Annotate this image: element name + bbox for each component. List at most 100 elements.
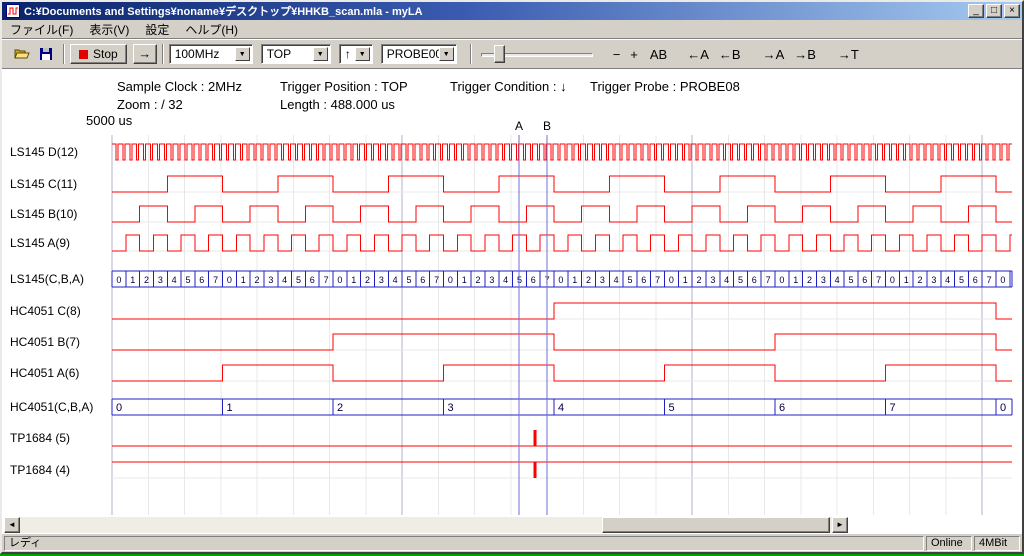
svg-text:6: 6	[973, 275, 978, 285]
trigger-condition-info: Trigger Condition : ↓	[450, 79, 567, 94]
svg-text:0: 0	[669, 275, 674, 285]
ab-button[interactable]: AB	[646, 44, 671, 64]
goto-trigger-button[interactable]: →T	[834, 44, 863, 64]
svg-text:3: 3	[448, 402, 454, 414]
svg-text:6: 6	[310, 275, 315, 285]
stop-button[interactable]: Stop	[70, 44, 127, 64]
svg-text:6: 6	[862, 275, 867, 285]
goto-b-next-button[interactable]: →B	[790, 44, 820, 64]
zoom-in-button[interactable]: +	[626, 44, 642, 64]
svg-text:4: 4	[558, 402, 564, 414]
channel-label-ls145-bus: LS145(C,B,A)	[10, 271, 84, 287]
scroll-right-icon[interactable]: ►	[832, 517, 848, 533]
stop-square-icon	[79, 50, 88, 59]
svg-text:6: 6	[752, 275, 757, 285]
zoom-slider[interactable]	[481, 43, 593, 65]
title-bar[interactable]: C:¥Documents and Settings¥noname¥デスクトップ¥…	[2, 2, 1022, 20]
run-button[interactable]: →	[133, 44, 157, 64]
toolbar: Stop → 100MHz ▼ TOP ▼ ↑ ▼ PROBE00 ▼ − + …	[2, 39, 1022, 69]
menu-view[interactable]: 表示(V)	[81, 19, 137, 40]
svg-text:3: 3	[268, 275, 273, 285]
svg-text:2: 2	[807, 275, 812, 285]
svg-text:4: 4	[282, 275, 287, 285]
scrollbar-track[interactable]	[20, 517, 832, 533]
minimize-icon[interactable]: _	[968, 4, 984, 18]
svg-text:7: 7	[324, 275, 329, 285]
window-title: C:¥Documents and Settings¥noname¥デスクトップ¥…	[24, 3, 968, 19]
channel-label-ls145-c11: LS145 C(11)	[10, 176, 77, 192]
trigger-edge-combobox[interactable]: ↑ ▼	[339, 44, 373, 64]
channel-label-hc4051-a6: HC4051 A(6)	[10, 365, 79, 381]
sample-clock-info: Sample Clock : 2MHz	[117, 79, 242, 94]
status-ready: レディ	[4, 536, 924, 551]
menu-file[interactable]: ファイル(F)	[2, 19, 81, 40]
scroll-left-icon[interactable]: ◄	[4, 517, 20, 533]
svg-text:2: 2	[697, 275, 702, 285]
svg-text:0: 0	[448, 275, 453, 285]
svg-text:5: 5	[406, 275, 411, 285]
slider-thumb[interactable]	[494, 45, 505, 63]
sample-clock-combobox[interactable]: 100MHz ▼	[169, 44, 253, 64]
horizontal-scrollbar[interactable]: ◄ ►	[4, 517, 848, 533]
svg-text:5: 5	[185, 275, 190, 285]
svg-text:0: 0	[116, 402, 122, 414]
menu-help[interactable]: ヘルプ(H)	[177, 19, 246, 40]
svg-text:2: 2	[144, 275, 149, 285]
svg-text:0: 0	[227, 275, 232, 285]
svg-text:B: B	[543, 119, 551, 133]
chevron-down-icon[interactable]: ▼	[235, 47, 250, 61]
svg-text:0: 0	[558, 275, 563, 285]
svg-text:2: 2	[476, 275, 481, 285]
menu-bar: ファイル(F) 表示(V) 設定 ヘルプ(H)	[2, 20, 1022, 39]
window-controls: _ □ ×	[968, 4, 1020, 18]
goto-b-prev-button[interactable]: ←B	[715, 44, 745, 64]
close-icon[interactable]: ×	[1004, 4, 1020, 18]
svg-text:7: 7	[766, 275, 771, 285]
channel-label-hc4051-b7: HC4051 B(7)	[10, 334, 80, 350]
probe-combobox[interactable]: PROBE00 ▼	[381, 44, 457, 64]
goto-a-next-button[interactable]: →A	[759, 44, 789, 64]
svg-text:3: 3	[600, 275, 605, 285]
svg-text:3: 3	[158, 275, 163, 285]
zoom-out-button[interactable]: −	[609, 44, 625, 64]
channel-label-ls145-d12: LS145 D(12)	[10, 144, 78, 160]
svg-text:0: 0	[1000, 402, 1006, 414]
svg-text:0: 0	[116, 275, 121, 285]
svg-text:2: 2	[365, 275, 370, 285]
svg-text:5: 5	[669, 402, 675, 414]
channel-label-tp1684-5: TP1684 (5)	[10, 430, 70, 446]
svg-text:1: 1	[572, 275, 577, 285]
svg-text:0: 0	[337, 275, 342, 285]
svg-text:3: 3	[931, 275, 936, 285]
svg-text:A: A	[515, 119, 523, 133]
svg-text:7: 7	[655, 275, 660, 285]
scrollbar-thumb[interactable]	[602, 517, 830, 533]
svg-text:7: 7	[213, 275, 218, 285]
goto-a-prev-button[interactable]: ←A	[683, 44, 713, 64]
length-info: Length : 488.000 us	[280, 97, 395, 112]
svg-text:3: 3	[379, 275, 384, 285]
svg-text:6: 6	[199, 275, 204, 285]
toolbar-separator	[63, 44, 65, 64]
trigger-position-value: TOP	[267, 47, 291, 61]
svg-text:7: 7	[876, 275, 881, 285]
floppy-disk-icon	[39, 47, 53, 61]
trigger-position-combobox[interactable]: TOP ▼	[261, 44, 331, 64]
trigger-position-info: Trigger Position : TOP	[280, 79, 408, 94]
svg-text:4: 4	[393, 275, 398, 285]
chevron-down-icon[interactable]: ▼	[439, 47, 454, 61]
chevron-down-icon[interactable]: ▼	[313, 47, 328, 61]
chevron-down-icon[interactable]: ▼	[355, 47, 370, 61]
svg-text:2: 2	[255, 275, 260, 285]
svg-text:7: 7	[987, 275, 992, 285]
waveform-canvas[interactable]: 0123456701234567012345670123456701234567…	[2, 69, 1022, 534]
svg-text:5: 5	[296, 275, 301, 285]
trigger-probe-info: Trigger Probe : PROBE08	[590, 79, 740, 94]
menu-settings[interactable]: 設定	[137, 19, 177, 40]
status-memory: 4MBit	[974, 536, 1020, 551]
maximize-icon[interactable]: □	[986, 4, 1002, 18]
open-button[interactable]	[10, 43, 34, 65]
save-button[interactable]	[34, 43, 58, 65]
svg-text:0: 0	[1000, 275, 1005, 285]
svg-text:7: 7	[890, 402, 896, 414]
